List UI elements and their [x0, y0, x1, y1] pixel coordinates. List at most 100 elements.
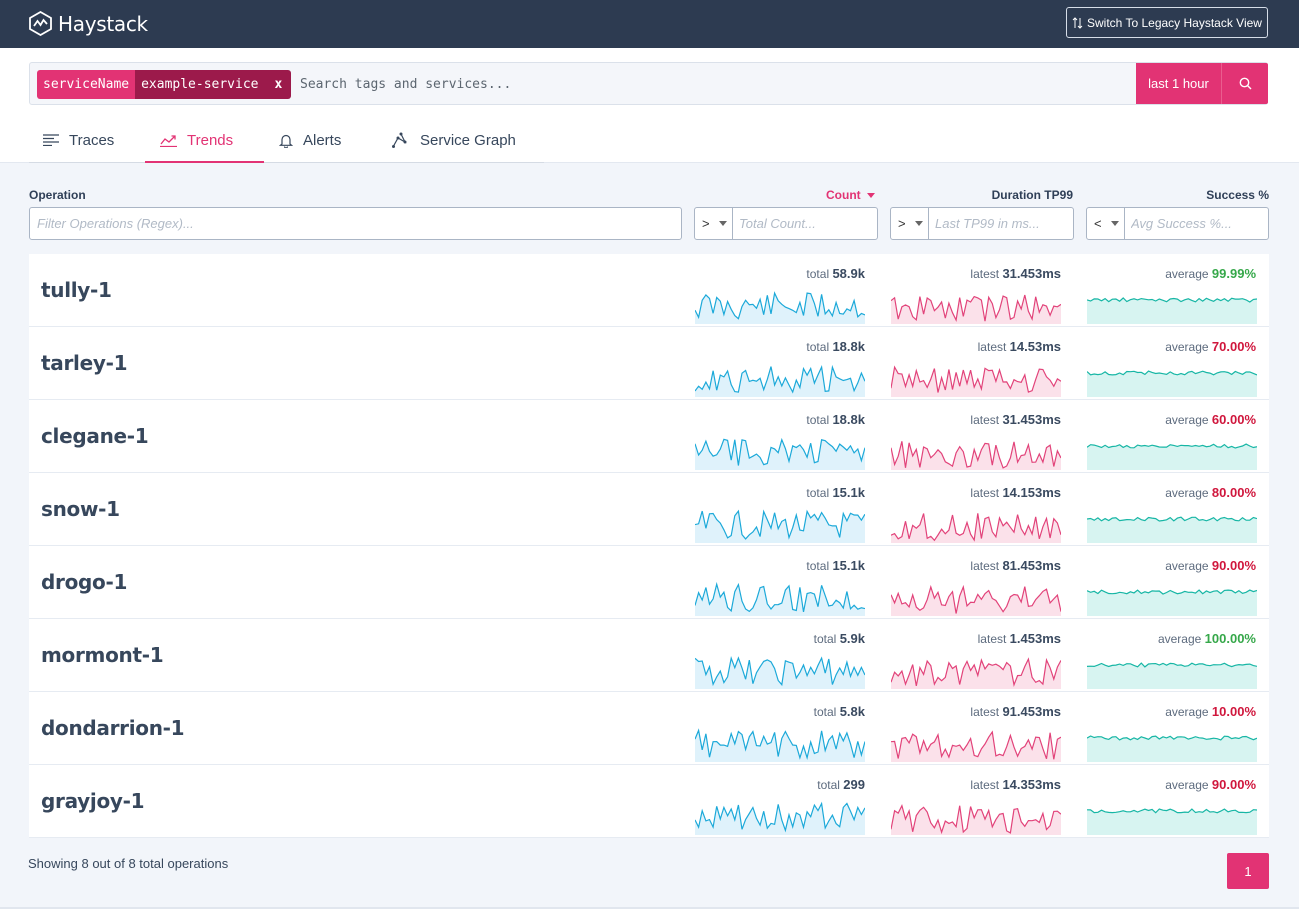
- duration-latest-value: 91.453ms: [1002, 704, 1061, 719]
- haystack-logo[interactable]: Haystack: [29, 11, 148, 36]
- operation-row[interactable]: drogo-1 total 15.1k latest 81.453ms aver…: [29, 546, 1269, 619]
- haystack-logo-icon: [29, 11, 52, 36]
- duration-stat: latest 91.453ms: [970, 704, 1061, 719]
- duration-latest-value: 14.353ms: [1002, 777, 1061, 792]
- duration-stat: latest 14.353ms: [970, 777, 1061, 792]
- duration-stat: latest 1.453ms: [978, 631, 1061, 646]
- count-stat-label: total: [813, 632, 837, 646]
- count-stat-label: total: [813, 705, 837, 719]
- success-stat: average 70.00%: [1165, 339, 1256, 354]
- success-average-value: 90.00%: [1211, 558, 1256, 573]
- success-column-header[interactable]: Success %: [1206, 188, 1269, 202]
- operation-row[interactable]: tarley-1 total 18.8k latest 14.53ms aver…: [29, 327, 1269, 400]
- count-operator-select[interactable]: >: [695, 208, 733, 239]
- search-button[interactable]: [1221, 63, 1268, 104]
- duration-operator-select[interactable]: >: [891, 208, 929, 239]
- count-sparkline: [694, 580, 866, 621]
- count-filter: >: [694, 207, 878, 240]
- operation-row[interactable]: tully-1 total 58.9k latest 31.453ms aver…: [29, 254, 1269, 327]
- operation-row[interactable]: grayjoy-1 total 299 latest 14.353ms aver…: [29, 765, 1269, 838]
- operation-row[interactable]: dondarrion-1 total 5.8k latest 91.453ms …: [29, 692, 1269, 765]
- count-sparkline: [694, 726, 866, 767]
- sort-desc-icon: [866, 192, 875, 198]
- duration-stat-label: latest: [970, 486, 1000, 500]
- search-icon: [1239, 77, 1251, 90]
- success-stat: average 60.00%: [1165, 412, 1256, 427]
- count-column-header[interactable]: Count: [826, 188, 875, 202]
- trend-line-icon: [160, 134, 177, 147]
- count-operator-value: >: [702, 216, 710, 231]
- success-average-value: 10.00%: [1211, 704, 1256, 719]
- operation-name[interactable]: tarley-1: [41, 327, 128, 400]
- count-stat-label: total: [817, 778, 840, 792]
- operation-name[interactable]: drogo-1: [41, 546, 127, 619]
- duration-column-header[interactable]: Duration TP99: [992, 188, 1073, 202]
- duration-stat-label: latest: [977, 340, 1007, 354]
- operation-name[interactable]: mormont-1: [41, 619, 164, 692]
- duration-sparkline: [890, 288, 1062, 329]
- chip-key: serviceName: [37, 70, 136, 99]
- operation-name[interactable]: tully-1: [41, 254, 112, 327]
- success-filter-input[interactable]: [1125, 208, 1265, 239]
- count-sparkline: [694, 361, 866, 402]
- operations-table: tully-1 total 58.9k latest 31.453ms aver…: [29, 254, 1269, 838]
- success-stat-label: average: [1165, 413, 1209, 427]
- duration-stat-label: latest: [970, 267, 1000, 281]
- operation-name[interactable]: snow-1: [41, 473, 120, 546]
- duration-sparkline: [890, 507, 1062, 548]
- pagination-page-1[interactable]: 1: [1227, 853, 1269, 889]
- duration-stat: latest 31.453ms: [970, 412, 1061, 427]
- count-stat-label: total: [806, 340, 830, 354]
- tab-alerts-label: Alerts: [303, 131, 342, 149]
- operation-name[interactable]: clegane-1: [41, 400, 149, 473]
- tab-trends[interactable]: Trends: [145, 118, 264, 163]
- duration-latest-value: 14.53ms: [1009, 339, 1061, 354]
- success-sparkline: [1086, 726, 1258, 767]
- duration-sparkline: [890, 799, 1062, 840]
- operation-row[interactable]: mormont-1 total 5.9k latest 1.453ms aver…: [29, 619, 1269, 692]
- time-range-button[interactable]: last 1 hour: [1136, 63, 1221, 104]
- success-average-value: 90.00%: [1211, 777, 1256, 792]
- search-chip: serviceName example-service x: [37, 70, 292, 99]
- operation-row[interactable]: clegane-1 total 18.8k latest 31.453ms av…: [29, 400, 1269, 473]
- count-total-value: 15.1k: [832, 485, 865, 500]
- duration-latest-value: 31.453ms: [1002, 412, 1061, 427]
- tab-traces[interactable]: Traces: [43, 118, 114, 162]
- operation-filter-input[interactable]: [29, 207, 682, 240]
- operation-column-header: Operation: [29, 188, 86, 202]
- success-sparkline: [1086, 361, 1258, 402]
- duration-latest-value: 81.453ms: [1002, 558, 1061, 573]
- success-sparkline: [1086, 653, 1258, 694]
- count-sparkline: [694, 799, 866, 840]
- success-stat-label: average: [1165, 778, 1209, 792]
- count-stat: total 18.8k: [806, 412, 865, 427]
- success-stat: average 10.00%: [1165, 704, 1256, 719]
- success-sparkline: [1086, 580, 1258, 621]
- success-stat-label: average: [1165, 486, 1209, 500]
- duration-filter-input[interactable]: [929, 208, 1069, 239]
- duration-sparkline: [890, 653, 1062, 694]
- duration-latest-value: 31.453ms: [1002, 266, 1061, 281]
- count-stat: total 5.9k: [814, 631, 865, 646]
- operation-name[interactable]: grayjoy-1: [41, 765, 145, 838]
- switch-legacy-button[interactable]: Switch To Legacy Haystack View: [1066, 7, 1268, 38]
- operation-row[interactable]: snow-1 total 15.1k latest 14.153ms avera…: [29, 473, 1269, 546]
- swap-icon: [1072, 16, 1083, 29]
- operations-summary: Showing 8 out of 8 total operations: [28, 856, 229, 871]
- duration-stat-label: latest: [977, 632, 1007, 646]
- success-sparkline: [1086, 507, 1258, 548]
- count-filter-input[interactable]: [733, 208, 873, 239]
- tab-alerts[interactable]: Alerts: [279, 118, 341, 162]
- duration-stat: latest 81.453ms: [970, 558, 1061, 573]
- count-stat: total 58.9k: [806, 266, 865, 281]
- operation-name[interactable]: dondarrion-1: [41, 692, 185, 765]
- search-input[interactable]: [300, 70, 1120, 99]
- duration-sparkline: [890, 580, 1062, 621]
- tab-service-graph[interactable]: Service Graph: [392, 118, 516, 162]
- success-stat-label: average: [1157, 632, 1202, 646]
- success-average-value: 60.00%: [1211, 412, 1256, 427]
- count-stat-label: total: [806, 413, 830, 427]
- chip-remove-button[interactable]: x: [264, 70, 292, 99]
- success-operator-select[interactable]: <: [1087, 208, 1125, 239]
- success-operator-value: <: [1094, 216, 1102, 231]
